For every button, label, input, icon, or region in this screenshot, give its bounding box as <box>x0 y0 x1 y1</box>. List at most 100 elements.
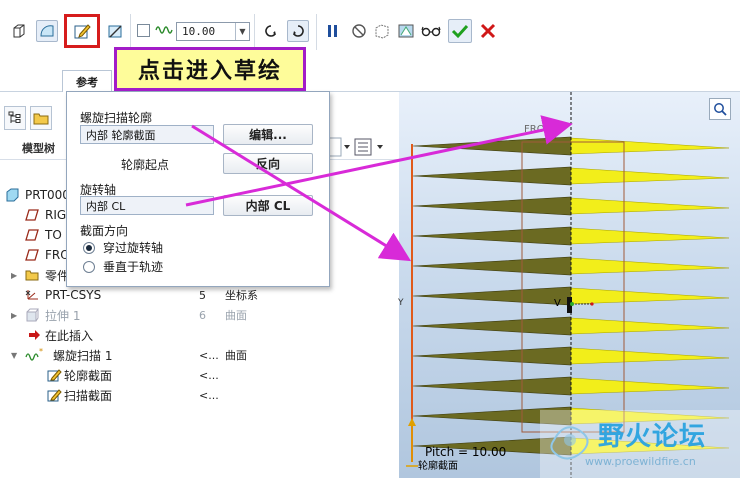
tree-feature-id: <... <box>199 348 219 362</box>
annotation-callout: 点击进入草绘 <box>114 47 306 91</box>
internal-axis-button[interactable]: 内部 CL <box>223 195 313 216</box>
chevron-down-icon[interactable]: ▼ <box>235 23 249 40</box>
csys-icon <box>25 288 39 302</box>
helix-spike-right <box>570 197 730 215</box>
solid-icon[interactable] <box>8 20 30 42</box>
tree-label: 拉伸 1 <box>45 308 81 323</box>
pitch-value: 10.00 <box>182 25 216 38</box>
zoom-icon[interactable] <box>709 98 731 120</box>
radio-label: 穿过旋转轴 <box>103 241 164 255</box>
viewport-tools <box>709 98 731 120</box>
pitch-icon <box>155 23 175 40</box>
tree-row-csys[interactable]: PRT-CSYS 5 坐标系 <box>0 285 330 305</box>
tree-feature-id: 6 <box>199 308 206 322</box>
helix-spike-right <box>570 257 730 275</box>
references-panel: 螺旋扫描轮廓 内部 轮廓截面 编辑... 轮廓起点 反向 旋转轴 内部 CL 内… <box>66 91 330 287</box>
right-hand-rule-icon[interactable] <box>287 20 309 42</box>
tree-label: 在此插入 <box>45 328 94 343</box>
datum-plane-icon <box>25 208 39 222</box>
watermark-url: www.proewildfire.cn <box>585 455 696 468</box>
part-icon <box>5 188 19 202</box>
section-label: 轮廓截面 <box>418 461 458 472</box>
tree-row-helical-sweep[interactable]: ▼ * 螺旋扫描 1 <... 曲面 <box>0 345 330 365</box>
datum-plane-icon <box>25 228 39 242</box>
left-hand-rule-icon[interactable] <box>260 20 282 42</box>
helix-spike-left <box>412 226 572 246</box>
svg-text:*: * <box>39 348 43 356</box>
helix-spike-left <box>412 316 572 336</box>
insert-arrow-icon <box>27 328 41 342</box>
tree-feature-id: 5 <box>199 288 206 302</box>
profile-collector[interactable]: 内部 轮廓截面 <box>80 125 214 144</box>
tree-label: 轮廓截面 <box>64 368 113 383</box>
tree-label: RIG <box>45 208 67 222</box>
helix-spike-left <box>412 166 572 186</box>
tree-column-tools <box>326 136 399 158</box>
tree-feature-type: 坐标系 <box>225 289 258 302</box>
profile-label: 螺旋扫描轮廓 <box>80 111 153 125</box>
axis-tick-label: Y <box>398 298 404 308</box>
helix-spike-right <box>570 227 730 245</box>
tree-row-profile-section[interactable]: 轮廓截面 <... <box>0 365 330 385</box>
start-point-label: 轮廓起点 <box>121 158 170 172</box>
feature-preview-icon[interactable] <box>395 20 417 42</box>
expand-arrow-icon[interactable]: ▶ <box>11 271 17 280</box>
helix-spike-left <box>412 286 572 306</box>
section-direction-label: 截面方向 <box>80 224 129 238</box>
sketch-icon <box>47 388 62 402</box>
tree-row-extrude[interactable]: ▶ 拉伸 1 6 曲面 <box>0 305 330 325</box>
no-preview-icon[interactable] <box>348 20 370 42</box>
radio-normal-trajectory[interactable]: 垂直于轨迹 <box>83 258 163 275</box>
helical-sweep-icon: * <box>25 347 43 362</box>
folder-icon <box>25 268 39 282</box>
tree-label: PRT-CSYS <box>45 288 102 302</box>
reverse-button[interactable]: 反向 <box>223 153 313 174</box>
pitch-value-combo[interactable]: 10.00 ▼ <box>176 22 250 41</box>
pause-icon[interactable] <box>322 20 344 42</box>
datum-plane-icon <box>25 248 39 262</box>
helix-spike-left <box>412 196 572 216</box>
tree-label: 螺旋扫描 1 <box>53 348 113 363</box>
tree-feature-id: <... <box>199 388 219 402</box>
tree-feature-id: <... <box>199 368 219 382</box>
radio-through-axis[interactable]: 穿过旋转轴 <box>83 239 163 256</box>
cancel-x-icon[interactable] <box>477 20 499 42</box>
tree-view-icon[interactable] <box>4 106 26 130</box>
sketch-icon[interactable] <box>71 20 93 42</box>
helix-spike-left <box>412 136 572 156</box>
folder-browser-icon[interactable] <box>30 106 52 130</box>
helix-spike-right <box>570 167 730 185</box>
tab-references[interactable]: 参考 <box>62 70 112 92</box>
model-tree-title: 模型树 <box>22 142 55 155</box>
axis-collector[interactable]: 内部 CL <box>80 196 214 215</box>
helix-spike-right <box>570 377 730 395</box>
helix-spike-right <box>570 347 730 365</box>
expand-arrow-icon[interactable]: ▶ <box>11 311 17 320</box>
geometry-preview-icon[interactable] <box>371 20 393 42</box>
sketch-icon <box>47 368 62 382</box>
helix-spike-left <box>412 376 572 396</box>
helix-spike-right <box>570 137 730 155</box>
tree-feature-type: 曲面 <box>225 349 247 362</box>
tree-label: TO <box>45 228 62 242</box>
helix-spike-left <box>412 256 572 276</box>
remove-material-icon[interactable] <box>104 20 126 42</box>
watermark-title: 野火论坛 <box>598 422 707 452</box>
confirm-check-icon[interactable] <box>448 19 472 43</box>
surface-icon[interactable] <box>36 20 58 42</box>
edit-button[interactable]: 编辑... <box>223 124 313 145</box>
extrude-icon <box>25 308 39 322</box>
tree-row-sweep-section[interactable]: 扫描截面 <... <box>0 385 330 405</box>
helix-spike-right <box>570 317 730 335</box>
tree-label: PRT000 <box>25 188 70 202</box>
tree-row-insert-here[interactable]: 在此插入 <box>0 325 330 345</box>
verify-glasses-icon[interactable] <box>420 20 442 42</box>
radio-label: 垂直于轨迹 <box>103 260 164 274</box>
radio-button[interactable] <box>83 260 95 273</box>
radio-button-selected[interactable] <box>83 241 95 254</box>
helix-spike-left <box>412 346 572 366</box>
collapse-arrow-icon[interactable]: ▼ <box>11 351 17 360</box>
tree-label: 扫描截面 <box>64 388 113 403</box>
tree-feature-type: 曲面 <box>225 309 247 322</box>
thicken-checkbox[interactable] <box>137 24 150 37</box>
